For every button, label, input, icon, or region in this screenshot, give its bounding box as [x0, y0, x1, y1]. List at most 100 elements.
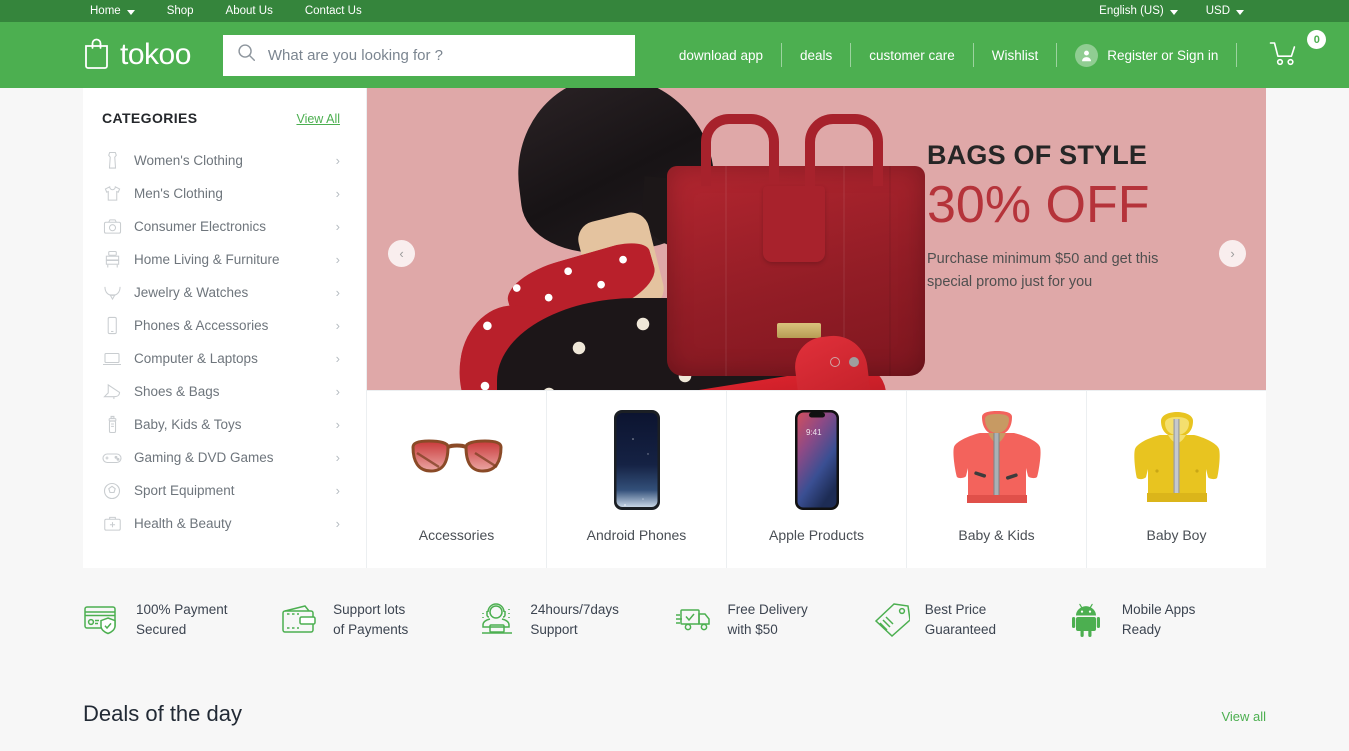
hero-carousel: BAGS OF STYLE 30% OFF Purchase minimum $…	[367, 88, 1266, 390]
sidebar-item-computer-laptops[interactable]: Computer & Laptops ›	[83, 342, 366, 375]
sidebar-item-label: Home Living & Furniture	[134, 252, 280, 267]
soccer-ball-icon	[102, 481, 122, 501]
category-card-baby-boy[interactable]: Baby Boy	[1087, 391, 1266, 568]
shopping-bag-icon	[83, 36, 110, 74]
language-label: English (US)	[1099, 5, 1164, 17]
category-card-label: Baby & Kids	[958, 527, 1035, 543]
sunglasses-image	[404, 407, 510, 513]
feature-text: Free Delivery with $50	[728, 600, 808, 641]
sidebar-item-label: Sport Equipment	[134, 483, 235, 498]
carousel-dot-2[interactable]	[849, 357, 859, 367]
category-card-label: Apple Products	[769, 527, 864, 543]
top-nav-item-home[interactable]: Home	[90, 5, 135, 17]
right-column: BAGS OF STYLE 30% OFF Purchase minimum $…	[367, 88, 1266, 568]
chevron-left-icon: ‹	[399, 246, 404, 261]
feature-line-2: Guaranteed	[924, 622, 996, 638]
sidebar-item-mens-clothing[interactable]: Men's Clothing ›	[83, 177, 366, 210]
red-handbag-image	[667, 114, 925, 376]
feature-line-2: Secured	[136, 622, 187, 638]
hero-text-block: BAGS OF STYLE 30% OFF Purchase minimum $…	[927, 88, 1266, 390]
page-body: CATEGORIES View All Women's Clothing › M…	[0, 88, 1349, 727]
feature-mobile-apps: Mobile Apps Ready	[1069, 600, 1266, 641]
currency-selector[interactable]: USD	[1206, 5, 1244, 17]
sidebar-item-consumer-electronics[interactable]: Consumer Electronics ›	[83, 210, 366, 243]
carousel-prev-button[interactable]: ‹	[388, 240, 415, 267]
sidebar-item-shoes-bags[interactable]: Shoes & Bags ›	[83, 375, 366, 408]
sidebar-view-all-link[interactable]: View All	[296, 112, 340, 126]
chevron-down-icon	[1169, 9, 1178, 15]
sidebar-item-label: Jewelry & Watches	[134, 285, 249, 300]
hero-subtitle: Purchase minimum $50 and get this specia…	[927, 251, 1159, 290]
deals-title: Deals of the day	[83, 700, 242, 726]
hero-title: BAGS OF STYLE	[927, 140, 1148, 170]
dress-icon	[102, 151, 122, 171]
deals-view-all-link[interactable]: View all	[1221, 709, 1266, 724]
sidebar-item-womens-clothing[interactable]: Women's Clothing ›	[83, 144, 366, 177]
carousel-next-button[interactable]: ›	[1219, 240, 1246, 267]
feature-line-2: Ready	[1121, 622, 1161, 638]
brand-logo[interactable]: tokoo	[83, 36, 191, 74]
sidebar-item-sport-equipment[interactable]: Sport Equipment ›	[83, 474, 366, 507]
feature-24-7-support: 24hours/7days Support	[477, 600, 674, 641]
category-card-label: Android Phones	[586, 527, 687, 543]
gamepad-icon	[102, 448, 122, 468]
brand-name: tokoo	[120, 38, 191, 71]
search-input[interactable]	[267, 46, 621, 64]
tshirt-icon	[102, 184, 122, 204]
sidebar-item-label: Women's Clothing	[134, 153, 243, 168]
carousel-dots	[830, 357, 859, 367]
category-card-accessories[interactable]: Accessories	[367, 391, 547, 568]
chevron-right-icon: ›	[335, 186, 340, 201]
top-utility-bar: Home Shop About Us Contact Us English (U…	[0, 0, 1349, 22]
feature-line-1: Mobile Apps	[1121, 602, 1196, 617]
chevron-right-icon: ›	[335, 153, 340, 168]
category-card-baby-kids[interactable]: Baby & Kids	[907, 391, 1087, 568]
language-selector[interactable]: English (US)	[1099, 5, 1178, 17]
sidebar-item-health-beauty[interactable]: Health & Beauty ›	[83, 507, 366, 540]
chevron-right-icon: ›	[335, 252, 340, 267]
shopping-cart-icon	[1269, 40, 1299, 70]
sidebar-item-home-living-furniture[interactable]: Home Living & Furniture ›	[83, 243, 366, 276]
header-links: download app deals customer care Wishlis…	[661, 30, 1327, 70]
top-nav-item-about-us[interactable]: About Us	[226, 5, 273, 17]
android-robot-icon	[1069, 600, 1109, 640]
sidebar-item-label: Men's Clothing	[134, 186, 223, 201]
header-link-customer-care[interactable]: customer care	[851, 48, 973, 63]
register-signin-button[interactable]: Register or Sign in	[1057, 43, 1236, 67]
chevron-right-icon: ›	[335, 417, 340, 432]
carousel-dot-1[interactable]	[830, 357, 840, 367]
content-row: CATEGORIES View All Women's Clothing › M…	[83, 88, 1266, 568]
sidebar-item-label: Consumer Electronics	[134, 219, 267, 234]
sidebar-item-phones-accessories[interactable]: Phones & Accessories ›	[83, 309, 366, 342]
top-nav-item-contact-us[interactable]: Contact Us	[305, 5, 362, 17]
cart-button[interactable]: 0	[1251, 30, 1327, 70]
chevron-right-icon: ›	[335, 285, 340, 300]
user-avatar-icon	[1075, 43, 1099, 67]
divider	[1236, 43, 1238, 67]
search-bar[interactable]	[222, 34, 635, 76]
feature-line-1: Free Delivery	[727, 602, 808, 617]
iphone-image: 9:41	[764, 407, 870, 513]
feature-line-1: 100% Payment	[136, 602, 228, 617]
sidebar-item-label: Baby, Kids & Toys	[134, 417, 242, 432]
categories-sidebar: CATEGORIES View All Women's Clothing › M…	[83, 88, 367, 568]
category-card-android-phones[interactable]: Android Phones	[547, 391, 727, 568]
sidebar-item-baby-kids-toys[interactable]: Baby, Kids & Toys ›	[83, 408, 366, 441]
header-link-wishlist[interactable]: Wishlist	[974, 48, 1057, 63]
chevron-right-icon: ›	[335, 219, 340, 234]
feature-line-1: Best Price	[924, 602, 987, 617]
sidebar-item-jewelry-watches[interactable]: Jewelry & Watches ›	[83, 276, 366, 309]
header-link-deals[interactable]: deals	[782, 48, 850, 63]
top-nav-item-shop[interactable]: Shop	[167, 5, 194, 17]
baby-bottle-icon	[102, 415, 122, 435]
feature-payment-secured: 100% Payment Secured	[83, 600, 280, 641]
sidebar-item-gaming-dvd-games[interactable]: Gaming & DVD Games ›	[83, 441, 366, 474]
category-card-apple-products[interactable]: 9:41 Apple Products	[727, 391, 907, 568]
first-aid-kit-icon	[102, 514, 122, 534]
header-link-download-app[interactable]: download app	[661, 48, 781, 63]
chevron-down-icon	[1236, 9, 1244, 15]
feature-line-1: 24hours/7days	[530, 602, 619, 617]
top-nav: Home Shop About Us Contact Us	[90, 5, 394, 17]
chevron-right-icon: ›	[335, 384, 340, 399]
high-heel-icon	[102, 382, 122, 402]
